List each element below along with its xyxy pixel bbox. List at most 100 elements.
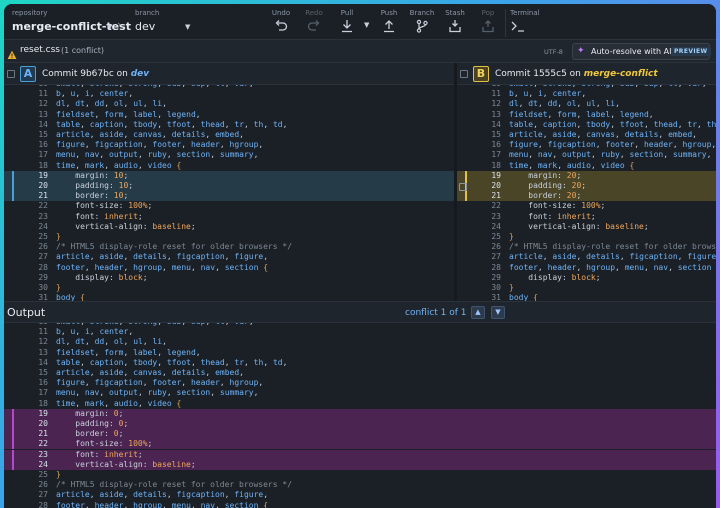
stash-icon bbox=[440, 18, 470, 36]
code-text: dl, dt, dd, ol, ul, li, bbox=[56, 337, 167, 347]
code-line: 15 article, aside, canvas, details, embed… bbox=[4, 368, 716, 378]
pull-options-caret-icon[interactable]: ▼ bbox=[364, 21, 369, 29]
pull-button[interactable]: Pull bbox=[332, 8, 362, 38]
line-number: 19 bbox=[38, 408, 48, 418]
code-line: 25} bbox=[457, 232, 716, 242]
code-line: 14 table, caption, tbody, tfoot, thead, t… bbox=[4, 358, 716, 368]
output-code[interactable]: 10small, strike, strong, sub, sup, tt, v… bbox=[4, 323, 716, 508]
pane-b-commit: Commit 1555c5 on merge-conflict bbox=[495, 69, 658, 79]
code-text: vertical-align: baseline; bbox=[509, 221, 649, 231]
pane-b-code[interactable]: 10small, strike, strong, sub, sup, tt, v… bbox=[457, 85, 716, 301]
code-line: 25} bbox=[4, 232, 454, 242]
code-line: 17 menu, nav, output, ruby, section, summ… bbox=[4, 150, 454, 160]
code-text: dl, dt, dd, ol, ul, li, bbox=[56, 99, 167, 109]
pop-button[interactable]: Pop bbox=[473, 8, 503, 38]
code-line: 26 /* HTML5 display-role reset for older … bbox=[457, 242, 716, 252]
line-number: 15 bbox=[38, 130, 48, 139]
change-marker bbox=[12, 408, 14, 419]
code-line: 15 article, aside, canvas, details, embed… bbox=[457, 130, 716, 140]
next-conflict-button[interactable]: ▼ bbox=[491, 306, 505, 319]
code-line: 28 footer, header, hgroup, menu, nav, sec… bbox=[4, 501, 716, 508]
code-text: article, aside, canvas, details, embed, bbox=[56, 368, 244, 377]
line-number: 16 bbox=[38, 140, 48, 150]
repository-selector[interactable]: merge-conflict-test bbox=[12, 20, 131, 33]
branch-button[interactable]: Branch bbox=[407, 8, 437, 38]
code-text: body { bbox=[56, 293, 85, 301]
terminal-icon bbox=[510, 18, 550, 36]
line-number: 29 bbox=[491, 272, 501, 282]
code-text: /* HTML5 display-role reset for older br… bbox=[56, 480, 293, 490]
code-text: b, u, i, center, bbox=[56, 89, 134, 99]
redo-button[interactable]: Redo bbox=[299, 8, 329, 38]
pane-a-checkbox[interactable] bbox=[7, 70, 15, 78]
line-number: 22 bbox=[38, 439, 48, 449]
branch-button-label: Branch bbox=[409, 9, 435, 17]
terminal-button[interactable]: Terminal bbox=[510, 8, 550, 38]
code-line: 21 border: 10; bbox=[4, 191, 454, 202]
code-line: 17 menu, nav, output, ruby, section, summ… bbox=[4, 388, 716, 398]
code-line: 16 figure, figcaption, footer, header, hg… bbox=[457, 140, 716, 150]
code-line: 19 margin: 10; bbox=[4, 170, 454, 181]
code-text: article, aside, details, figcaption, fig… bbox=[56, 252, 269, 262]
code-line: 13 fieldset, form, label, legend, bbox=[457, 110, 716, 120]
code-text: article, aside, details, figcaption, fig… bbox=[56, 490, 269, 500]
code-line: 13 fieldset, form, label, legend, bbox=[4, 348, 716, 358]
push-button[interactable]: Push bbox=[374, 8, 404, 38]
change-marker bbox=[12, 191, 14, 202]
code-text: body { bbox=[509, 293, 538, 301]
code-text: display: block; bbox=[56, 272, 148, 282]
line-number: 25 bbox=[38, 470, 48, 479]
code-text: menu, nav, output, ruby, section, summar… bbox=[56, 388, 259, 398]
line-number: 12 bbox=[38, 337, 48, 347]
code-line: 24 vertical-align: baseline; bbox=[4, 459, 716, 470]
line-number: 24 bbox=[38, 459, 48, 469]
change-marker bbox=[12, 170, 14, 181]
line-number: 31 bbox=[491, 293, 501, 301]
line-number: 12 bbox=[491, 99, 501, 109]
stash-label: Stash bbox=[445, 9, 465, 17]
line-number: 15 bbox=[38, 368, 48, 377]
code-text: dl, dt, dd, ol, ul, li, bbox=[509, 99, 620, 109]
code-line: 12 dl, dt, dd, ol, ul, li, bbox=[4, 99, 454, 109]
repository-caret-icon[interactable]: ▼ bbox=[107, 23, 112, 31]
code-line: 20 padding: 20; bbox=[457, 181, 716, 191]
line-number: 11 bbox=[491, 89, 501, 99]
line-number: 27 bbox=[38, 252, 48, 262]
code-text: b, u, i, center, bbox=[56, 327, 134, 337]
pane-a-commit-label: Commit 9b67bc on bbox=[42, 69, 128, 79]
pop-label: Pop bbox=[481, 9, 495, 17]
code-text: vertical-align: baseline; bbox=[56, 459, 196, 469]
change-marker bbox=[12, 419, 14, 429]
line-number: 26 bbox=[38, 242, 48, 252]
stash-button[interactable]: Stash bbox=[440, 8, 470, 38]
branch-caret-icon[interactable]: ▼ bbox=[185, 23, 190, 31]
preview-badge: PREVIEW bbox=[671, 47, 711, 56]
line-number: 11 bbox=[38, 327, 48, 337]
line-number: 22 bbox=[491, 201, 501, 211]
pull-label: Pull bbox=[340, 9, 354, 17]
change-marker bbox=[465, 191, 467, 202]
conflict-select-checkbox[interactable] bbox=[459, 183, 467, 191]
code-text: table, caption, tbody, tfoot, thead, tr,… bbox=[56, 357, 288, 367]
undo-button[interactable]: Undo bbox=[266, 8, 296, 38]
pane-b-checkbox[interactable] bbox=[460, 70, 468, 78]
line-number: 24 bbox=[38, 221, 48, 231]
code-text: border: 10; bbox=[56, 191, 129, 201]
previous-conflict-button[interactable]: ▲ bbox=[471, 306, 485, 319]
pane-a-code[interactable]: 10small, strike, strong, sub, sup, tt, v… bbox=[4, 85, 454, 301]
pane-b-header: B Commit 1555c5 on merge-conflict bbox=[457, 63, 716, 85]
branch-selector[interactable]: dev bbox=[135, 20, 155, 33]
terminal-label: Terminal bbox=[510, 9, 540, 17]
auto-resolve-label: Auto-resolve with AI bbox=[591, 47, 672, 56]
push-icon bbox=[374, 18, 404, 36]
line-number: 20 bbox=[38, 181, 48, 190]
git-branch-icon bbox=[407, 18, 437, 36]
code-line: 16 figure, figcaption, footer, header, hg… bbox=[4, 378, 716, 388]
code-line: 26 /* HTML5 display-role reset for older … bbox=[4, 242, 454, 252]
code-text: padding: 0; bbox=[56, 419, 129, 428]
change-marker bbox=[12, 459, 14, 470]
code-text: } bbox=[509, 283, 514, 292]
auto-resolve-ai-button[interactable]: ✦ Auto-resolve with AI PREVIEW bbox=[572, 43, 711, 60]
code-line: 30} bbox=[4, 283, 454, 293]
code-text: menu, nav, output, ruby, section, summar… bbox=[56, 150, 259, 160]
